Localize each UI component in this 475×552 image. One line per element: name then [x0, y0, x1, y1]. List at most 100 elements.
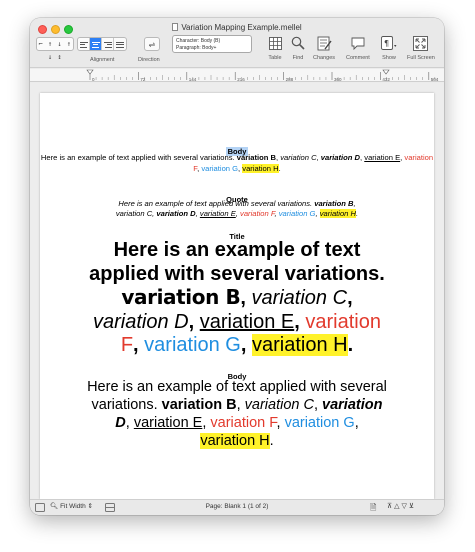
variation-g: variation G — [284, 415, 355, 431]
svg-text:¶: ¶ — [384, 39, 389, 48]
document-page[interactable]: Body Here is an example of text applied … — [40, 93, 434, 499]
separator: , — [276, 415, 285, 431]
ruler-number: 72 — [140, 77, 146, 82]
align-justify-icon — [116, 41, 124, 48]
ruler-number: 0 — [92, 77, 95, 82]
variation-c: variation C — [115, 209, 153, 218]
changes-label: Changes — [313, 55, 336, 61]
paragraph-text: Here is an example of text applied with … — [112, 199, 362, 219]
variation-e: variation E — [133, 415, 203, 431]
variation-h: variation H — [319, 209, 356, 218]
align-center-button[interactable] — [90, 38, 102, 50]
variation-b: variation B — [161, 397, 237, 413]
ruler[interactable]: 0 72 144 216 288 360 432 504 — [30, 69, 444, 82]
separator: , — [313, 397, 323, 413]
comment-button[interactable]: Comment — [346, 35, 370, 65]
show-button[interactable]: ¶ Show — [381, 35, 397, 65]
variation-e: variation E — [364, 153, 401, 162]
period: . — [347, 334, 354, 356]
window-title: Variation Mapping Example.mellel — [30, 23, 444, 32]
variation-b: variation B — [121, 285, 241, 309]
intro-text: Here is an example of text applied with … — [89, 239, 385, 285]
separator: , — [188, 310, 200, 333]
period: . — [278, 164, 281, 173]
period: . — [356, 209, 359, 218]
show-label: Show — [382, 55, 396, 61]
variation-b: variation B — [314, 199, 354, 208]
direction-icon: ⇌ — [148, 40, 156, 49]
tab-stops-control[interactable]: ⌐ ↑ ↓ ↑ ↓ ↕ — [36, 37, 74, 61]
intro-text: Here is an example of text applied with … — [40, 153, 237, 162]
next-page-icon[interactable]: ▽ — [402, 503, 409, 510]
left-indent-marker[interactable] — [86, 69, 94, 75]
table-label: Table — [268, 55, 282, 61]
page-icon[interactable]: 🗎︎ — [370, 502, 376, 515]
right-indent-marker[interactable] — [382, 69, 390, 75]
alignment-control — [77, 37, 127, 51]
separator: , — [133, 334, 145, 356]
paragraph-quote[interactable]: Here is an example of text applied with … — [40, 199, 434, 219]
align-right-icon — [103, 41, 112, 48]
app-window: Variation Mapping Example.mellel ⌐ ↑ ↓ ↑… — [30, 18, 444, 515]
table-button[interactable]: Table — [267, 35, 283, 65]
fullscreen-label: Full Screen — [407, 55, 435, 61]
alignment-label: Alignment — [90, 57, 115, 63]
previous-page-icon[interactable]: △ — [394, 503, 401, 510]
variation-h: variation H — [242, 164, 279, 173]
show-icon: ¶ — [381, 35, 397, 51]
align-left-button[interactable] — [78, 38, 90, 50]
magnifier-icon — [290, 35, 306, 51]
separator: , — [353, 199, 356, 208]
variation-g: variation G — [278, 209, 316, 218]
paragraph-body-large[interactable]: Here is an example of text applied with … — [40, 378, 434, 450]
find-button[interactable]: Find — [290, 35, 306, 65]
comment-label: Comment — [346, 55, 370, 61]
period: . — [269, 433, 274, 449]
paragraph-text: Here is an example of text applied with … — [40, 152, 434, 174]
style-info-box[interactable]: Character: Body (B) Paragraph: Body+ — [172, 35, 252, 53]
document-area: Body Here is an example of text applied … — [30, 83, 444, 499]
separator: , — [240, 287, 252, 309]
changes-icon — [316, 35, 332, 51]
table-icon — [267, 35, 283, 51]
document-icon — [172, 23, 179, 31]
last-page-icon[interactable]: ⊻ — [409, 503, 416, 510]
page-info: Page: Blank 1 (1 of 2) — [205, 503, 269, 510]
variation-h: variation H — [252, 334, 348, 356]
separator: , — [347, 287, 353, 309]
direction-label: Direction — [138, 57, 160, 63]
separator: , — [294, 310, 306, 333]
changes-button[interactable]: Changes — [313, 35, 335, 65]
toolbar: Variation Mapping Example.mellel ⌐ ↑ ↓ ↑… — [30, 18, 444, 68]
align-center-icon — [91, 41, 100, 48]
variation-h: variation H — [200, 433, 270, 449]
separator: , — [236, 397, 245, 413]
intro-text: Here is an example of text applied with … — [118, 199, 315, 208]
status-bar: 🔍︎ Fit Width ⇕ Page: Blank 1 (1 of 2) 🗎︎… — [30, 499, 444, 515]
page-navigation[interactable]: ⊼△▽⊻ — [387, 502, 416, 510]
variation-f: variation F — [240, 209, 275, 218]
find-label: Find — [292, 55, 304, 61]
fullscreen-button[interactable]: Full Screen — [407, 35, 435, 65]
paragraph-text: Here is an example of text applied with … — [40, 239, 434, 358]
align-right-button[interactable] — [102, 38, 114, 50]
separator: , — [354, 415, 359, 431]
comment-icon — [350, 35, 366, 51]
align-left-icon — [79, 41, 88, 48]
variation-g: variation G — [201, 164, 239, 173]
ruler-scale: 0 72 144 216 288 360 432 504 — [86, 69, 439, 82]
variation-d: variation D — [320, 153, 361, 162]
direction-button[interactable]: ⇌ — [144, 37, 160, 51]
paragraph-title[interactable]: Here is an example of text applied with … — [40, 239, 434, 358]
variation-c: variation C — [251, 287, 348, 309]
paragraph-body-small[interactable]: Here is an example of text applied with … — [40, 152, 434, 174]
align-justify-button[interactable] — [114, 38, 126, 50]
variation-b: variation B — [236, 153, 277, 162]
variation-c: variation C — [244, 397, 314, 413]
variation-f: variation F — [210, 415, 277, 431]
variation-g: variation G — [144, 334, 241, 356]
paragraph-text: Here is an example of text applied with … — [40, 378, 434, 450]
variation-d: variation D — [93, 310, 189, 333]
variation-c: variation C — [280, 153, 317, 162]
window-title-text: Variation Mapping Example.mellel — [181, 23, 302, 32]
